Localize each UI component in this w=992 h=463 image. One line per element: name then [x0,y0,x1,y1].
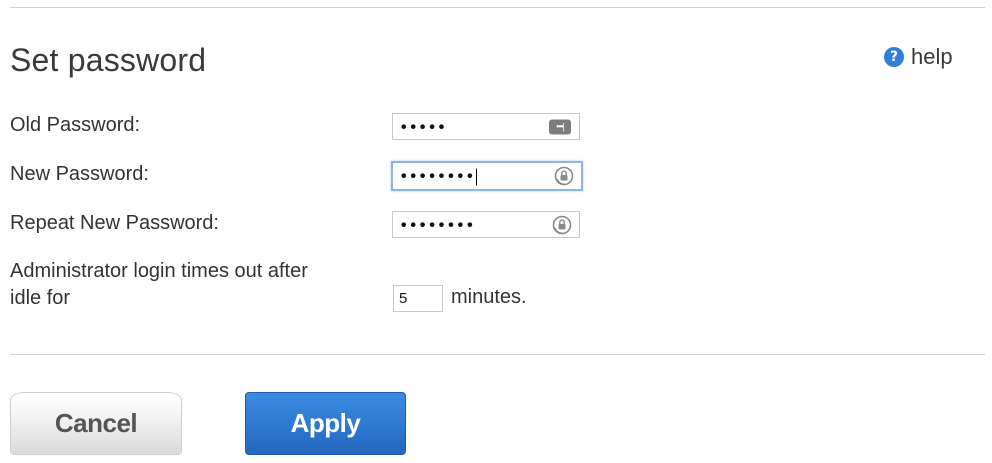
set-password-page: Set password ? help Old Password: ••••• … [0,0,992,463]
password-lock-icon[interactable] [554,166,574,186]
password-lock-icon[interactable] [552,215,572,235]
password-manager-key-icon[interactable]: •••| [549,119,571,134]
text-caret [475,168,477,186]
repeat-password-value: •••••••• [399,215,475,234]
repeat-password-field[interactable]: •••••••• [392,211,580,238]
old-password-field[interactable]: ••••• •••| [392,113,580,140]
timeout-label-line2: idle for [10,287,71,309]
timeout-minutes-input[interactable]: 5 [393,285,443,312]
repeat-password-label: Repeat New Password: [10,212,219,234]
bottom-divider [10,354,985,355]
new-password-field[interactable]: •••••••• [391,161,583,191]
timeout-unit-label: minutes. [451,286,527,308]
old-password-value: ••••• [399,117,447,136]
help-link[interactable]: ? help [884,44,953,70]
apply-button[interactable]: Apply [245,392,406,455]
help-label: help [911,44,953,69]
new-password-value: •••••••• [399,166,475,186]
timeout-label: Administrator login times out after idle… [10,258,380,312]
cancel-button[interactable]: Cancel [10,392,182,455]
old-password-label: Old Password: [10,114,141,136]
help-question-icon: ? [884,47,904,67]
page-title: Set password [10,42,207,78]
top-divider [10,7,985,8]
timeout-label-line1: Administrator login times out after [10,260,308,282]
new-password-label: New Password: [10,163,149,185]
